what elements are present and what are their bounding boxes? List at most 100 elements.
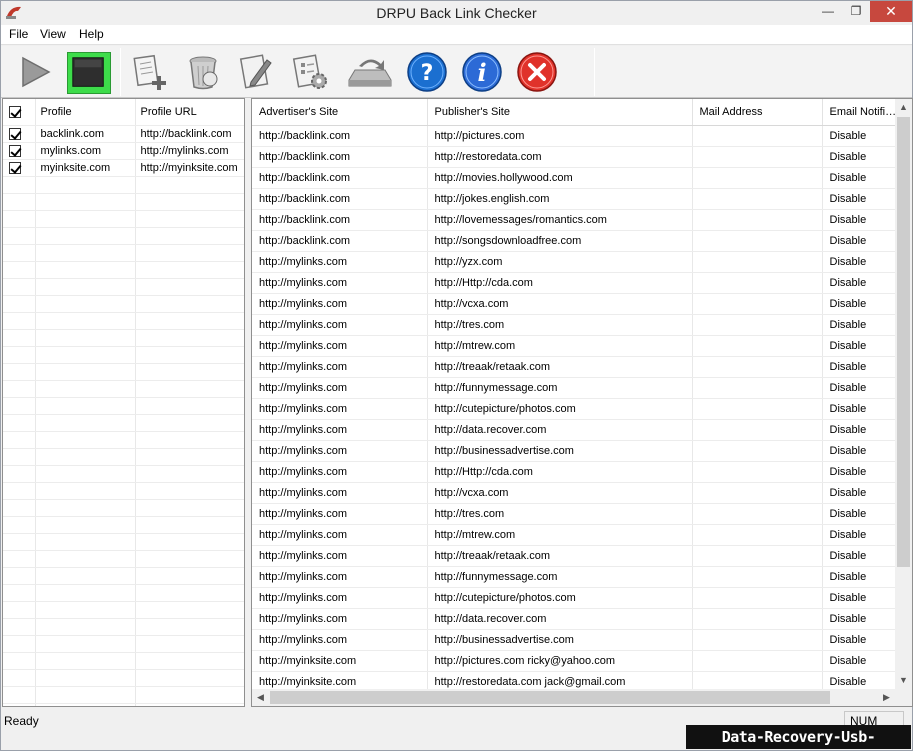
result-row[interactable]: http://mylinks.com http://vcxa.com Disable [252, 293, 898, 315]
scroll-left-arrow-icon[interactable]: ◀ [252, 689, 269, 706]
profile-checkbox[interactable] [3, 159, 36, 177]
result-row[interactable]: http://mylinks.com http://data.recover.co… [252, 419, 898, 441]
result-row[interactable]: http://mylinks.com http://yzx.com Disable [252, 251, 898, 273]
exit-button[interactable] [516, 51, 558, 93]
result-row[interactable]: http://backlink.com http://restoredata.co… [252, 146, 898, 168]
horizontal-scroll-thumb[interactable] [270, 691, 830, 704]
email-notification-cell: Disable [822, 335, 898, 357]
publisher-column-header[interactable]: Publisher's Site [427, 99, 693, 126]
delete-profile-button[interactable] [183, 52, 223, 92]
publisher-cell: http://mtrew.com [427, 335, 693, 357]
profile-checkbox[interactable] [3, 142, 36, 160]
publisher-cell: http://mtrew.com [427, 524, 693, 546]
empty-row [3, 601, 244, 619]
edit-profile-button[interactable] [237, 52, 277, 92]
result-row[interactable]: http://backlink.com http://jokes.english.… [252, 188, 898, 210]
start-button[interactable] [15, 52, 55, 92]
email-notification-cell: Disable [822, 545, 898, 567]
result-row[interactable]: http://backlink.com http://pictures.com Di… [252, 125, 898, 147]
result-row[interactable]: http://mylinks.com http://vcxa.com Disable [252, 482, 898, 504]
mail-cell [692, 272, 823, 294]
mail-cell [692, 629, 823, 651]
menu-view[interactable]: View [36, 27, 70, 41]
refresh-button[interactable] [345, 52, 395, 92]
result-row[interactable]: http://mylinks.com http://Http://cda.com D… [252, 461, 898, 483]
advertiser-cell: http://backlink.com [252, 209, 428, 231]
select-all-checkbox[interactable] [3, 99, 36, 126]
publisher-cell: http://cutepicture/photos.com [427, 587, 693, 609]
email-notification-column-header[interactable]: Email Notific... [822, 99, 898, 126]
advertiser-cell: http://mylinks.com [252, 356, 428, 378]
profile-row[interactable]: mylinks.com http://mylinks.com [3, 142, 244, 160]
title-bar[interactable]: DRPU Back Link Checker — ❐ ✕ [1, 1, 912, 25]
result-row[interactable]: http://mylinks.com http://cutepicture/pho… [252, 587, 898, 609]
close-button[interactable]: ✕ [870, 1, 912, 22]
empty-row [3, 584, 244, 602]
mail-cell [692, 482, 823, 504]
result-row[interactable]: http://mylinks.com http://funnymessage.co… [252, 566, 898, 588]
profile-name-cell: mylinks.com [35, 142, 136, 160]
result-row[interactable]: http://mylinks.com http://businessadverti… [252, 440, 898, 462]
profile-row[interactable]: myinksite.com http://myinksite.com [3, 159, 244, 177]
menu-help[interactable]: Help [75, 27, 108, 41]
stop-button[interactable] [67, 52, 111, 94]
email-notification-cell: Disable [822, 188, 898, 210]
result-row[interactable]: http://mylinks.com http://tres.com Disable [252, 314, 898, 336]
vertical-scroll-thumb[interactable] [897, 117, 910, 567]
advertiser-cell: http://mylinks.com [252, 314, 428, 336]
publisher-cell: http://Http://cda.com [427, 272, 693, 294]
publisher-cell: http://businessadvertise.com [427, 629, 693, 651]
result-row[interactable]: http://mylinks.com http://tres.com Disable [252, 503, 898, 525]
refresh-icon [348, 59, 392, 87]
help-button[interactable]: ? [406, 51, 448, 93]
advertiser-column-header[interactable]: Advertiser's Site [252, 99, 428, 126]
scroll-up-arrow-icon[interactable]: ▲ [895, 99, 912, 116]
result-row[interactable]: http://mylinks.com http://funnymessage.co… [252, 377, 898, 399]
result-row[interactable]: http://mylinks.com http://treaak/retaak.c… [252, 356, 898, 378]
scroll-right-arrow-icon[interactable]: ▶ [878, 689, 895, 706]
result-row[interactable]: http://myinksite.com http://pictures.com … [252, 650, 898, 672]
profile-column-header[interactable]: Profile [35, 99, 136, 126]
profile-row[interactable]: backlink.com http://backlink.com [3, 125, 244, 143]
publisher-cell: http://data.recover.com [427, 608, 693, 630]
email-notification-cell: Disable [822, 503, 898, 525]
about-button[interactable]: i [461, 51, 503, 93]
menu-file[interactable]: File [5, 27, 32, 41]
minimize-button[interactable]: — [814, 1, 842, 22]
window-title: DRPU Back Link Checker [376, 5, 537, 21]
advertiser-cell: http://mylinks.com [252, 503, 428, 525]
mail-column-header[interactable]: Mail Address [692, 99, 823, 126]
maximize-button[interactable]: ❐ [842, 1, 870, 22]
settings-button[interactable] [291, 52, 331, 92]
empty-row [3, 652, 244, 670]
result-row[interactable]: http://mylinks.com http://treaak/retaak.c… [252, 545, 898, 567]
profile-checkbox[interactable] [3, 125, 36, 143]
result-row[interactable]: http://mylinks.com http://businessadverti… [252, 629, 898, 651]
watermark: Data-Recovery-Usb-Drive.com [686, 725, 911, 749]
publisher-cell: http://restoredata.com [427, 146, 693, 168]
email-notification-cell: Disable [822, 251, 898, 273]
result-row[interactable]: http://mylinks.com http://Http://cda.com D… [252, 272, 898, 294]
result-row[interactable]: http://mylinks.com http://mtrew.com Disabl… [252, 524, 898, 546]
profile-url-column-header[interactable]: Profile URL [135, 99, 244, 126]
result-row[interactable]: http://backlink.com http://songsdownloadf… [252, 230, 898, 252]
empty-row [3, 482, 244, 500]
advertiser-cell: http://mylinks.com [252, 629, 428, 651]
mail-cell [692, 125, 823, 147]
result-row[interactable]: http://backlink.com http://lovemessages/r… [252, 209, 898, 231]
publisher-cell: http://pictures.com ricky@yahoo.com [427, 650, 693, 672]
result-row[interactable]: http://backlink.com http://movies.hollywo… [252, 167, 898, 189]
advertiser-cell: http://mylinks.com [252, 251, 428, 273]
result-row[interactable]: http://mylinks.com http://mtrew.com Disabl… [252, 335, 898, 357]
add-profile-button[interactable] [129, 52, 169, 92]
settings-icon [292, 54, 327, 89]
result-row[interactable]: http://mylinks.com http://cutepicture/pho… [252, 398, 898, 420]
mail-cell [692, 608, 823, 630]
add-profile-icon [133, 54, 166, 90]
result-row[interactable]: http://mylinks.com http://data.recover.co… [252, 608, 898, 630]
scroll-down-arrow-icon[interactable]: ▼ [895, 672, 912, 689]
mail-cell [692, 566, 823, 588]
horizontal-scrollbar[interactable]: ◀ ▶ [252, 689, 895, 706]
vertical-scrollbar[interactable]: ▲ ▼ [895, 99, 912, 689]
mail-cell [692, 440, 823, 462]
